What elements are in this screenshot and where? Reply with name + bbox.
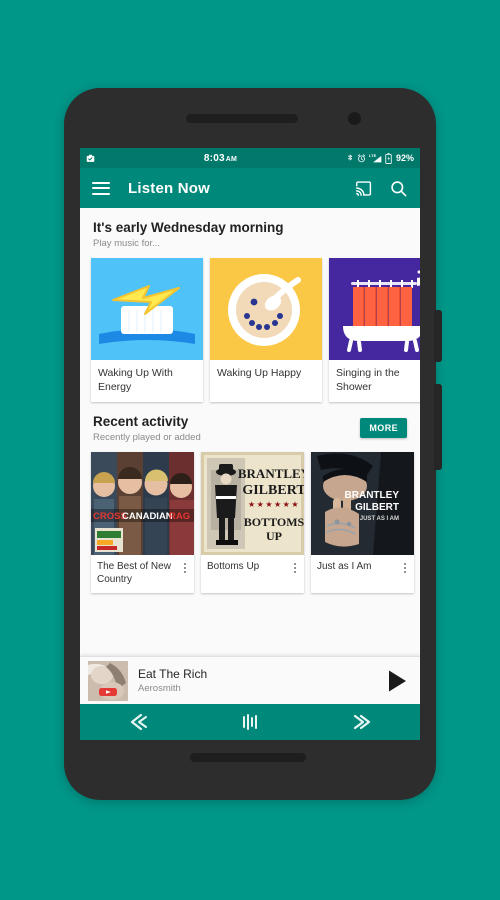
recent-title: Recent activity [93,414,189,429]
svg-text:JUST AS I AM: JUST AS I AM [360,516,399,522]
svg-text:GILBERT: GILBERT [355,502,399,513]
screenshot-icon [86,154,95,163]
phone-device-frame: 8:03AM LTE 92% Listen Now It's early Wed… [64,88,442,800]
battery-percent: 92% [395,153,414,163]
svg-text:BRANTLEY: BRANTLEY [238,466,304,481]
bluetooth-icon [346,153,354,163]
bathtub-shower-curtain-icon [329,258,420,360]
page-title: Listen Now [128,179,211,197]
svg-text:BRANTLEY: BRANTLEY [345,490,400,501]
clock-time: 8:03 [203,152,225,164]
recent-header: Recent activity Recently played or added… [80,402,420,449]
status-bar-clock: 8:03AM [95,153,346,164]
cereal-bowl-smiley-icon [210,258,322,360]
toothbrush-lightning-icon [91,258,203,360]
status-bar-right-icons: LTE 92% [346,152,414,164]
svg-text:CANADIAN: CANADIAN [122,511,173,522]
recent-album-row[interactable]: CROSS CANADIAN RAG The Best of New Count… [80,449,420,593]
svg-text:UP: UP [266,529,282,543]
overflow-menu-icon[interactable] [179,561,191,573]
mood-card-label: Waking Up With Energy [98,367,173,393]
power-button[interactable] [434,384,442,470]
cast-icon[interactable] [354,179,373,198]
mood-card-label: Waking Up Happy [217,367,302,379]
now-playing-artist: Aerosmith [138,683,181,694]
volume-button[interactable] [434,310,442,362]
more-button[interactable]: MORE [360,418,407,438]
home-bars-icon[interactable] [226,704,274,740]
album-title: Just as I Am [317,561,372,572]
search-icon[interactable] [389,179,408,198]
clock-ampm: AM [225,155,238,163]
album-title: Bottoms Up [207,561,260,572]
scroll-content[interactable]: It's early Wednesday morning Play music … [80,208,420,704]
now-playing-info: Eat The Rich Aerosmith [128,667,382,694]
mood-card-singing-in-the-shower[interactable]: Singing in the Shower [329,258,420,402]
alarm-icon [357,153,366,163]
now-playing-track: Eat The Rich [138,667,208,681]
now-playing-thumbnail [88,660,128,701]
album-art: BRANTLEY GILBERT JUST AS I AM [311,452,414,555]
now-playing-bar[interactable]: Eat The Rich Aerosmith [80,656,420,704]
lte-signal-icon: LTE [369,153,382,163]
album-card-the-best-of-new-country[interactable]: CROSS CANADIAN RAG The Best of New Count… [91,452,194,593]
album-art: BRANTLEY GILBERT ★★★★★★ BOTTOMS UP [201,452,304,555]
album-card-bottoms-up[interactable]: BRANTLEY GILBERT ★★★★★★ BOTTOMS UP Botto… [201,452,304,593]
app-toolbar: Listen Now [80,168,420,208]
mood-card-waking-up-happy[interactable]: Waking Up Happy [210,258,322,402]
svg-text:BOTTOMS: BOTTOMS [244,515,304,529]
overflow-menu-icon[interactable] [289,561,301,573]
hero-title: It's early Wednesday morning [93,220,284,235]
status-bar: 8:03AM LTE 92% [80,148,420,168]
hero-subtitle: Play music for... [93,238,161,249]
recent-subtitle: Recently played or added [93,432,201,443]
play-icon[interactable] [382,669,412,693]
mood-card-waking-up-with-energy[interactable]: Waking Up With Energy [91,258,203,402]
recents-double-chevron-icon[interactable] [339,704,387,740]
front-camera [348,112,361,125]
bottom-speaker-slot [190,753,306,762]
battery-charging-icon [385,152,392,164]
album-art: CROSS CANADIAN RAG [91,452,194,555]
svg-text:LTE: LTE [369,153,377,158]
screenshot-root: 8:03AM LTE 92% Listen Now It's early Wed… [0,0,500,900]
svg-text:★★★★★★: ★★★★★★ [248,500,300,509]
mood-card-row[interactable]: Waking Up With Energy Waking Up Happy Si… [80,255,420,402]
back-chevron-icon[interactable] [113,704,161,740]
album-card-just-as-i-am[interactable]: BRANTLEY GILBERT JUST AS I AM Just as I … [311,452,414,593]
svg-text:GILBERT: GILBERT [242,483,304,498]
status-bar-left-icons [86,154,95,163]
youtube-icon [99,687,117,696]
overflow-menu-icon[interactable] [399,561,411,573]
mood-card-label: Singing in the Shower [336,367,400,393]
system-navigation-bar [80,704,420,740]
hero-header: It's early Wednesday morning Play music … [80,208,420,255]
hamburger-menu-icon[interactable] [92,181,110,195]
phone-screen: 8:03AM LTE 92% Listen Now It's early Wed… [80,148,420,740]
earpiece-speaker [186,114,298,123]
svg-text:RAG: RAG [169,511,190,522]
album-title: The Best of New Country [97,561,171,585]
